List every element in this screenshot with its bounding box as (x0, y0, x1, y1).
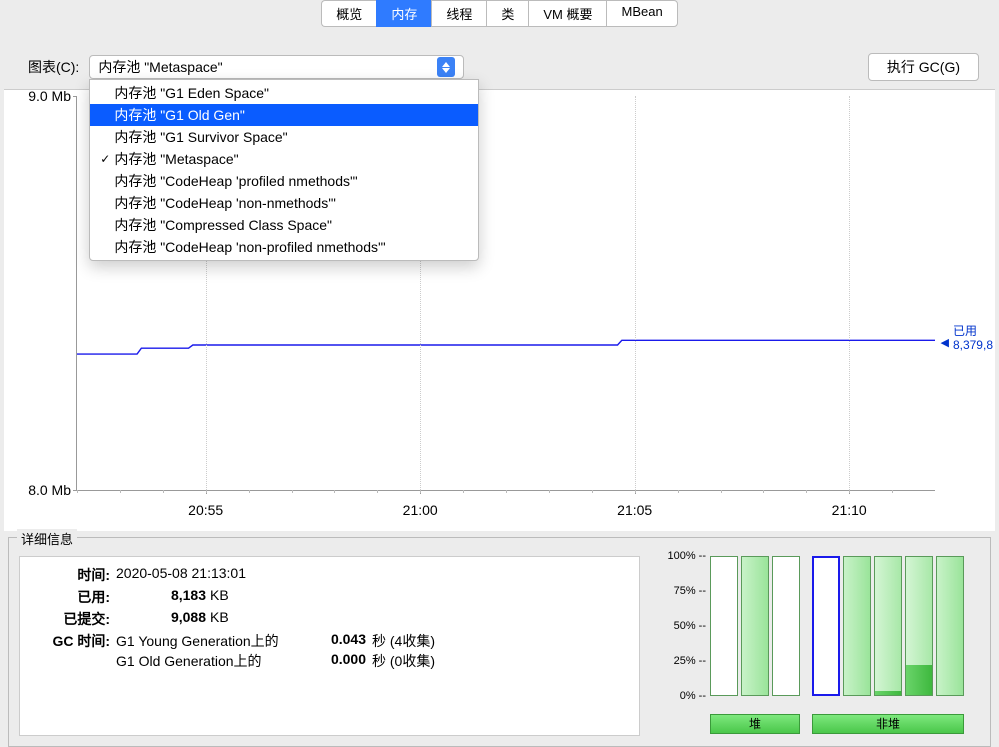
chart-combo[interactable]: 内存池 "Metaspace" (89, 55, 464, 79)
dropdown-item-label: 内存池 "G1 Old Gen" (114, 105, 245, 125)
bar-group-1[interactable]: 非堆 (812, 714, 964, 734)
dropdown-item-2[interactable]: 内存池 "G1 Survivor Space" (90, 126, 478, 148)
memory-bar-5[interactable] (874, 556, 902, 696)
tab-4[interactable]: VM 概要 (528, 0, 606, 27)
dropdown-item-label: 内存池 "G1 Eden Space" (114, 83, 269, 103)
dropdown-item-1[interactable]: 内存池 "G1 Old Gen" (90, 104, 478, 126)
tab-5[interactable]: MBean (606, 0, 677, 27)
committed-label: 已提交: (32, 609, 110, 629)
dropdown-item-label: 内存池 "CodeHeap 'non-nmethods'" (114, 193, 336, 213)
tab-2[interactable]: 线程 (431, 0, 486, 27)
y-axis-label: 9.0 Mb (28, 88, 71, 104)
perform-gc-button[interactable]: 执行 GC(G) (868, 53, 979, 81)
dropdown-item-label: 内存池 "CodeHeap 'non-profiled nmethods'" (114, 237, 385, 257)
bar-group-0[interactable]: 堆 (710, 714, 800, 734)
chart-combo-wrap: 内存池 "Metaspace" 内存池 "G1 Eden Space"内存池 "… (89, 55, 464, 79)
x-axis-label: 21:00 (403, 502, 438, 518)
tab-bar: 概览内存线程类VM 概要MBean (0, 0, 999, 27)
memory-bar-7[interactable] (936, 556, 964, 696)
chart-combo-value: 内存池 "Metaspace" (98, 57, 222, 77)
y-axis-label: 8.0 Mb (28, 482, 71, 498)
tab-0[interactable]: 概览 (321, 0, 376, 27)
bar-y-label: 75% -- (674, 585, 706, 597)
dropdown-item-4[interactable]: 内存池 "CodeHeap 'profiled nmethods'" (90, 170, 478, 192)
gc-line: G1 Old Generation上的0.000秒 (0收集) (116, 651, 435, 671)
details-text: 时间: 2020-05-08 21:13:01 已用: 8,183KB 已提交:… (19, 556, 640, 736)
dropdown-item-6[interactable]: 内存池 "Compressed Class Space" (90, 214, 478, 236)
used-marker-label: 已用 8,379,8 (953, 324, 993, 353)
used-marker-arrow-icon: ◀ (941, 336, 949, 349)
dropdown-item-label: 内存池 "G1 Survivor Space" (114, 127, 287, 147)
x-axis-label: 21:10 (832, 502, 867, 518)
bar-y-label: 25% -- (674, 655, 706, 667)
time-label: 时间: (32, 565, 110, 585)
bar-y-label: 50% -- (674, 620, 706, 632)
combo-arrows-icon (437, 57, 455, 77)
x-axis-label: 21:05 (617, 502, 652, 518)
tab-3[interactable]: 类 (486, 0, 528, 27)
details-title: 详细信息 (17, 529, 77, 548)
used-label: 已用: (32, 587, 110, 607)
time-value: 2020-05-08 21:13:01 (116, 565, 246, 585)
x-axis-label: 20:55 (188, 502, 223, 518)
bar-y-label: 0% -- (680, 690, 706, 702)
dropdown-item-5[interactable]: 内存池 "CodeHeap 'non-nmethods'" (90, 192, 478, 214)
gc-line: G1 Young Generation上的0.043秒 (4收集) (116, 631, 435, 651)
controls-row: 图表(C): 内存池 "Metaspace" 内存池 "G1 Eden Spac… (0, 27, 999, 89)
dropdown-item-7[interactable]: 内存池 "CodeHeap 'non-profiled nmethods'" (90, 236, 478, 258)
memory-bar-3[interactable] (812, 556, 840, 696)
memory-bar-2[interactable] (772, 556, 800, 696)
bar-y-label: 100% -- (667, 550, 706, 562)
dropdown-item-label: 内存池 "Compressed Class Space" (114, 215, 332, 235)
chart-label: 图表(C): (28, 57, 79, 77)
bars-plot: 100% --75% --50% --25% --0% -- (710, 556, 980, 696)
memory-bar-1[interactable] (741, 556, 769, 696)
dropdown-item-3[interactable]: ✓内存池 "Metaspace" (90, 148, 478, 170)
memory-bar-6[interactable] (905, 556, 933, 696)
committed-value: 9,088KB (116, 609, 229, 629)
gc-time-label: GC 时间: (32, 631, 110, 671)
dropdown-item-label: 内存池 "CodeHeap 'profiled nmethods'" (114, 171, 357, 191)
chart-dropdown: 内存池 "G1 Eden Space"内存池 "G1 Old Gen"内存池 "… (89, 79, 479, 261)
memory-bars: 100% --75% --50% --25% --0% -- 堆非堆 (660, 556, 980, 736)
used-value: 8,183KB (116, 587, 229, 607)
memory-bar-4[interactable] (843, 556, 871, 696)
dropdown-item-0[interactable]: 内存池 "G1 Eden Space" (90, 82, 478, 104)
dropdown-item-label: 内存池 "Metaspace" (114, 149, 238, 169)
memory-bar-0[interactable] (710, 556, 738, 696)
gc-lines: G1 Young Generation上的0.043秒 (4收集)G1 Old … (116, 631, 435, 671)
details-panel: 详细信息 时间: 2020-05-08 21:13:01 已用: 8,183KB… (8, 537, 991, 747)
tab-1[interactable]: 内存 (376, 0, 431, 27)
check-icon: ✓ (96, 152, 114, 166)
